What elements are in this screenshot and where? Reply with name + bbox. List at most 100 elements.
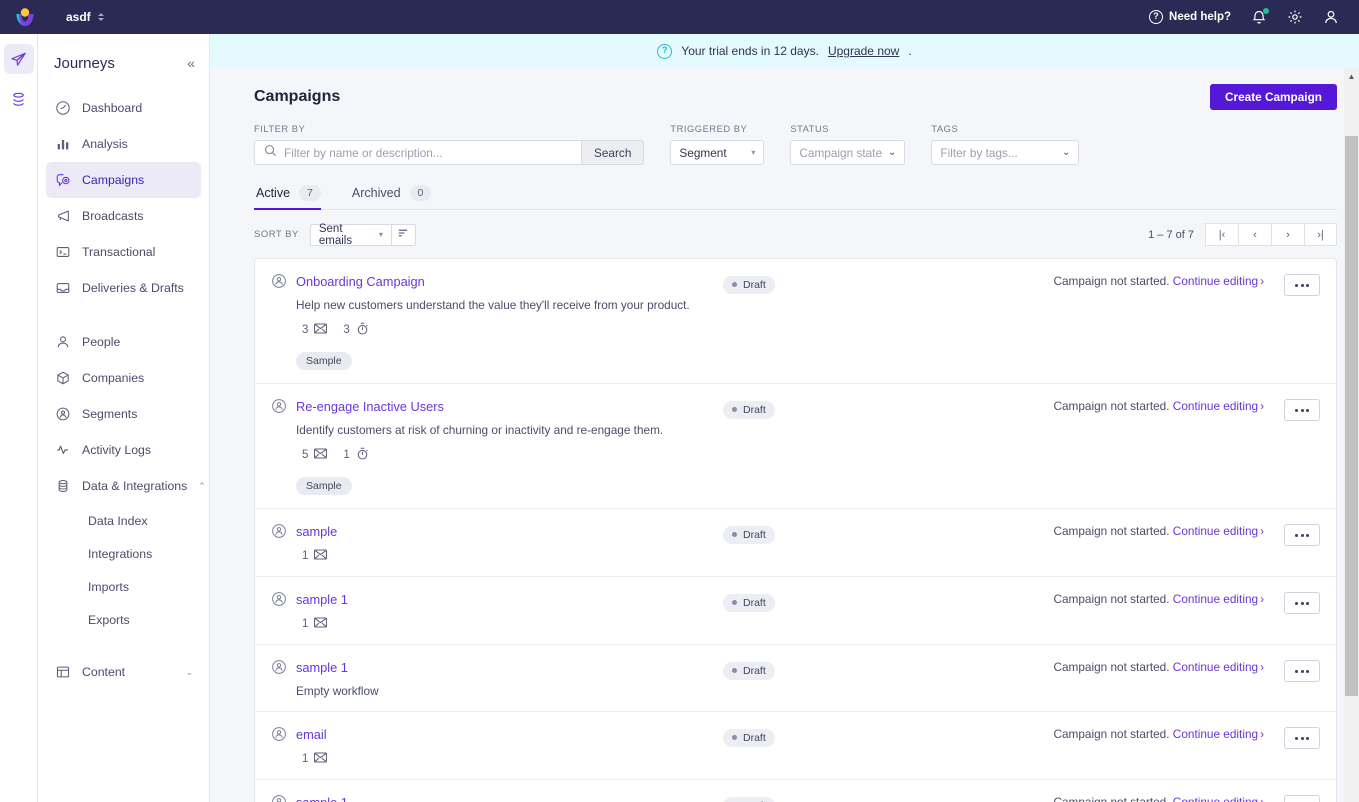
campaign-name-link[interactable]: Re-engage Inactive Users: [296, 399, 444, 414]
campaign-name-link[interactable]: sample 1: [296, 660, 348, 675]
pagination-prev-button[interactable]: ‹: [1238, 223, 1271, 246]
upgrade-now-link[interactable]: Upgrade now: [828, 44, 899, 58]
campaign-menu-button[interactable]: [1284, 399, 1320, 421]
sidebar-item-content[interactable]: Content ⌄: [46, 654, 201, 690]
sidebar-item-data-integrations[interactable]: Data & Integrations ⌃: [46, 468, 206, 504]
continue-editing-link[interactable]: Continue editing ›: [1173, 399, 1264, 413]
sidebar-item-exports[interactable]: Exports: [46, 603, 201, 636]
rail-item-journeys[interactable]: [3, 44, 34, 74]
status-dot-icon: [732, 735, 737, 740]
rail-item-data[interactable]: [4, 84, 34, 114]
campaign-row[interactable]: sample 1 Empty workflow Draft Campaign not …: [255, 645, 1336, 712]
sort-direction-button[interactable]: [391, 223, 416, 246]
sidebar-item-data-index[interactable]: Data Index: [46, 504, 201, 537]
segment-trigger-icon: [271, 726, 287, 742]
campaign-tag[interactable]: Sample: [296, 477, 352, 495]
email-count-stat: 1: [302, 617, 328, 631]
search-button[interactable]: Search: [581, 140, 645, 165]
campaign-row[interactable]: Re-engage Inactive Users Identify custome…: [255, 384, 1336, 509]
sort-by-select[interactable]: Sent emails ▾: [309, 223, 392, 247]
need-help-button[interactable]: ? Need help?: [1149, 10, 1231, 24]
campaign-row[interactable]: Onboarding Campaign Help new customers un…: [255, 259, 1336, 384]
sidebar-item-people[interactable]: People: [46, 324, 201, 360]
continue-editing-link[interactable]: Continue editing ›: [1173, 727, 1264, 741]
campaign-menu-button[interactable]: [1284, 727, 1320, 749]
pagination-next-button[interactable]: ›: [1271, 223, 1304, 246]
campaign-menu-button[interactable]: [1284, 660, 1320, 682]
status-dot-icon: [732, 407, 737, 412]
campaign-name-link[interactable]: Onboarding Campaign: [296, 274, 425, 289]
sidebar-item-integrations[interactable]: Integrations: [46, 537, 201, 570]
campaign-menu-button[interactable]: [1284, 592, 1320, 614]
email-count: 1: [302, 753, 309, 765]
sidebar-collapse-icon[interactable]: «: [187, 56, 195, 70]
scroll-up-arrow-icon[interactable]: ▲: [1344, 68, 1359, 85]
campaign-row[interactable]: sample 1 Draft Campaign not started. Conti…: [255, 780, 1336, 802]
tag-row: Sample: [296, 476, 723, 495]
status-select[interactable]: Campaign state ⌄: [790, 140, 906, 165]
pagination-last-button[interactable]: ›|: [1304, 223, 1337, 246]
campaign-menu-button[interactable]: [1284, 524, 1320, 546]
scrollbar-thumb[interactable]: [1345, 136, 1358, 696]
campaign-progress-text: Campaign not started. Continue editing ›: [1053, 399, 1264, 413]
campaign-menu-button[interactable]: [1284, 795, 1320, 802]
campaign-progress-text: Campaign not started. Continue editing ›: [1053, 727, 1264, 741]
status-badge: Draft: [723, 728, 775, 747]
continue-editing-link[interactable]: Continue editing ›: [1173, 274, 1264, 288]
email-count-stat: 5: [302, 448, 328, 462]
vertical-scrollbar[interactable]: ▲: [1344, 68, 1359, 802]
campaign-row[interactable]: sample 1 Draft Campaign not started. Contin…: [255, 509, 1336, 577]
campaign-icon: [54, 172, 71, 189]
search-box[interactable]: [254, 140, 581, 165]
campaign-name-link[interactable]: sample 1: [296, 795, 348, 802]
sidebar-item-campaigns[interactable]: Campaigns: [46, 162, 201, 198]
campaign-row[interactable]: sample 1 1 Draft Campaign not started. Cont…: [255, 577, 1336, 645]
campaign-title-line: Re-engage Inactive Users: [271, 398, 723, 414]
filters-bar: Filter by Sea: [254, 124, 1337, 165]
campaign-title-line: Onboarding Campaign: [271, 273, 723, 289]
main-column: ? Your trial ends in 12 days. Upgrade no…: [210, 34, 1359, 802]
tab-archived[interactable]: Archived 0: [350, 185, 440, 209]
continue-editing-link[interactable]: Continue editing ›: [1173, 524, 1264, 538]
chevron-up-icon: ⌃: [198, 480, 206, 491]
sidebar-item-analysis[interactable]: Analysis: [46, 126, 201, 162]
layout-icon: [54, 664, 71, 681]
campaign-row[interactable]: email 1 Draft Campaign not started. Continu…: [255, 712, 1336, 780]
continue-editing-link[interactable]: Continue editing ›: [1173, 795, 1264, 802]
tab-active[interactable]: Active 7: [254, 185, 330, 210]
sidebar-item-activity-logs[interactable]: Activity Logs: [46, 432, 201, 468]
continue-editing-label: Continue editing: [1172, 399, 1259, 413]
campaign-description: Identify customers at risk of churning o…: [296, 423, 664, 437]
sidebar-item-broadcasts[interactable]: Broadcasts: [46, 198, 201, 234]
notifications-button[interactable]: [1251, 8, 1269, 25]
trial-banner: ? Your trial ends in 12 days. Upgrade no…: [210, 34, 1359, 68]
continue-editing-label: Continue editing: [1172, 795, 1259, 802]
sidebar-item-dashboard[interactable]: Dashboard: [46, 90, 201, 126]
pagination-first-button[interactable]: |‹: [1205, 223, 1238, 246]
chevron-right-icon: ›: [1260, 274, 1264, 288]
campaign-actions: Campaign not started. Continue editing ›: [853, 273, 1320, 370]
brand-logo-icon[interactable]: [14, 7, 36, 27]
sidebar-item-transactional[interactable]: Transactional: [46, 234, 201, 270]
campaign-name-link[interactable]: sample: [296, 524, 337, 539]
account-button[interactable]: [1323, 9, 1339, 25]
workspace-switcher[interactable]: asdf: [66, 10, 104, 24]
campaign-menu-button[interactable]: [1284, 274, 1320, 296]
sidebar-item-companies[interactable]: Companies: [46, 360, 201, 396]
sidebar-item-deliveries-drafts[interactable]: Deliveries & Drafts: [46, 270, 201, 306]
search-input[interactable]: [284, 145, 572, 160]
campaign-name-link[interactable]: sample 1: [296, 592, 348, 607]
create-campaign-button[interactable]: Create Campaign: [1209, 84, 1337, 110]
triggered-by-select[interactable]: Segment ▾: [670, 140, 765, 165]
continue-editing-link[interactable]: Continue editing ›: [1173, 660, 1264, 674]
sidebar-item-segments[interactable]: Segments: [46, 396, 201, 432]
campaign-name-link[interactable]: email: [296, 727, 327, 742]
campaign-main: Onboarding Campaign Help new customers un…: [271, 273, 723, 370]
sidebar-item-imports[interactable]: Imports: [46, 570, 201, 603]
campaign-tag[interactable]: Sample: [296, 352, 352, 370]
sidebar-title: Journeys: [54, 54, 115, 72]
continue-editing-link[interactable]: Continue editing ›: [1173, 592, 1264, 606]
tags-label: Tags: [931, 124, 959, 134]
tags-select[interactable]: Filter by tags... ⌄: [931, 140, 1080, 165]
settings-button[interactable]: [1287, 9, 1303, 25]
